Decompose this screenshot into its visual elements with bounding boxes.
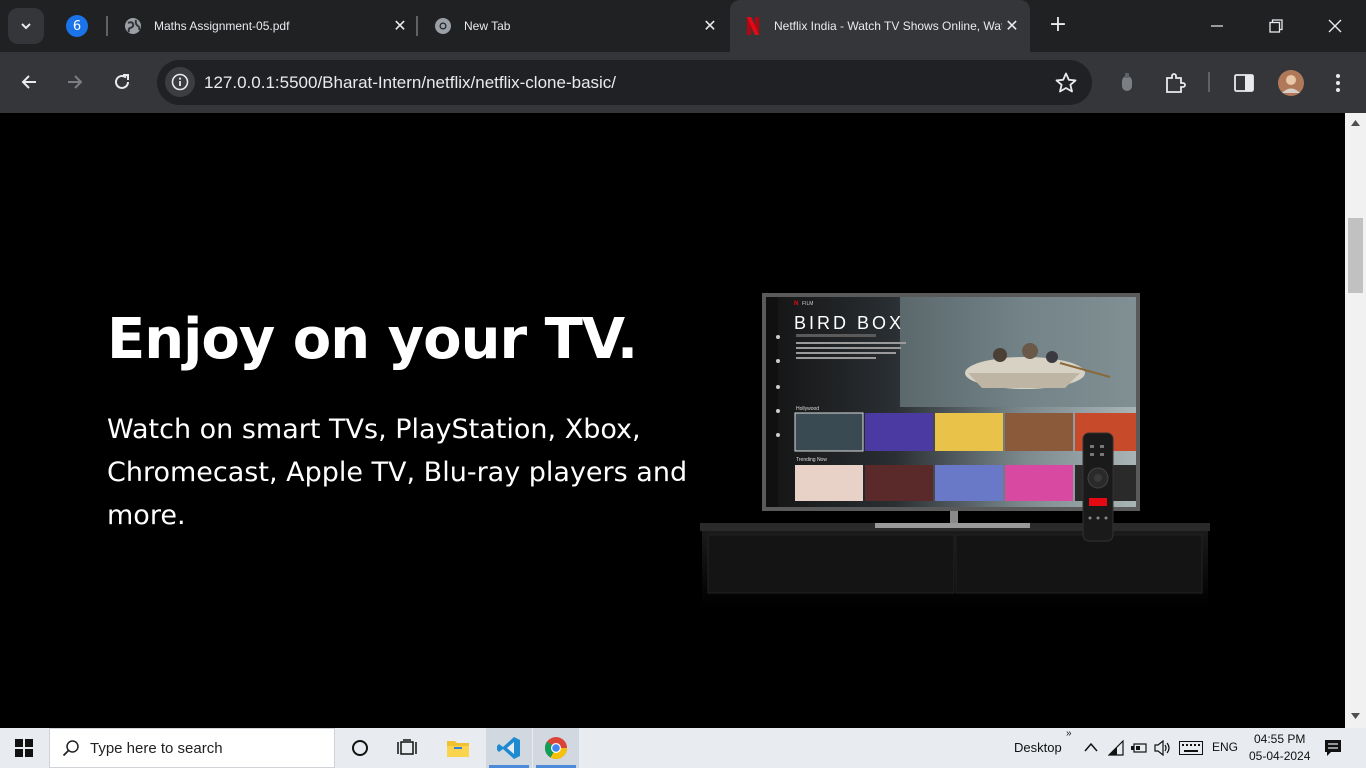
svg-text:N: N bbox=[794, 301, 798, 307]
new-tab-button[interactable]: + bbox=[1046, 14, 1070, 38]
close-window-button[interactable] bbox=[1312, 12, 1358, 40]
scroll-down-icon[interactable] bbox=[1350, 712, 1361, 720]
close-icon bbox=[1328, 19, 1342, 33]
task-view-button[interactable] bbox=[384, 728, 430, 768]
chrome-taskbar-button[interactable] bbox=[533, 728, 579, 768]
tv-screen-brand: FILM bbox=[802, 301, 813, 307]
restore-icon bbox=[1269, 19, 1283, 33]
scroll-thumb[interactable] bbox=[1348, 218, 1363, 293]
taskbar-search-box[interactable]: Type here to search bbox=[49, 728, 335, 768]
vscode-button[interactable] bbox=[486, 728, 532, 768]
reload-button[interactable] bbox=[107, 67, 137, 97]
toolbar-separator bbox=[1208, 72, 1210, 92]
task-view-icon bbox=[397, 739, 417, 755]
tv-section-heading: Enjoy on your TV. bbox=[107, 307, 638, 372]
more-menu-icon[interactable] bbox=[1323, 68, 1353, 98]
arrow-right-icon bbox=[68, 75, 83, 89]
site-info-icon[interactable] bbox=[165, 67, 195, 97]
notifications-icon[interactable] bbox=[1324, 739, 1342, 757]
start-button[interactable] bbox=[0, 728, 48, 768]
volume-icon[interactable] bbox=[1154, 740, 1172, 756]
tab-group-badge[interactable]: 6 bbox=[66, 15, 88, 37]
keyboard-icon[interactable] bbox=[1179, 741, 1203, 755]
language-indicator[interactable]: ENG bbox=[1212, 740, 1238, 754]
clock-time[interactable]: 04:55 PM bbox=[1254, 732, 1305, 746]
desktop-toolbar-label[interactable]: Desktop bbox=[1014, 740, 1062, 755]
tab-netflix[interactable]: Netflix India - Watch TV Shows Online, W… bbox=[730, 0, 1030, 52]
file-explorer-button[interactable] bbox=[435, 728, 481, 768]
url-text[interactable]: 127.0.0.1:5500/Bharat-Intern/netflix/net… bbox=[204, 73, 616, 93]
cortana-button[interactable] bbox=[337, 728, 383, 768]
bookmark-star-icon[interactable] bbox=[1054, 71, 1078, 95]
browser-chrome: 6 Maths Assignment-05.pdf ✕ New Tab ✕ Ne… bbox=[0, 0, 1366, 113]
tv-screen-row1-label: Hollywood bbox=[796, 406, 819, 412]
tab-separator bbox=[416, 16, 418, 36]
folder-icon bbox=[447, 741, 469, 757]
profile-avatar[interactable] bbox=[1276, 68, 1306, 98]
tab-maths-pdf[interactable]: Maths Assignment-05.pdf ✕ bbox=[120, 8, 410, 44]
cortana-circle-icon bbox=[352, 740, 368, 756]
browser-toolbar: 127.0.0.1:5500/Bharat-Intern/netflix/net… bbox=[0, 52, 1366, 113]
toolbar-expand-icon[interactable]: » bbox=[1066, 728, 1072, 739]
scroll-up-icon[interactable] bbox=[1350, 119, 1361, 127]
tab-new-tab[interactable]: New Tab ✕ bbox=[430, 8, 720, 44]
arrow-left-icon bbox=[21, 75, 36, 89]
network-icon[interactable] bbox=[1108, 740, 1124, 756]
chevron-up-icon[interactable] bbox=[1084, 742, 1098, 752]
close-tab-icon[interactable]: ✕ bbox=[390, 16, 410, 36]
netflix-page: Enjoy on your TV. Watch on smart TVs, Pl… bbox=[0, 113, 1345, 728]
tv-screen-title: BIRD BOX bbox=[794, 313, 904, 333]
tab-search-button[interactable] bbox=[8, 8, 44, 44]
vscode-icon bbox=[497, 737, 520, 759]
battery-icon[interactable] bbox=[1130, 741, 1148, 755]
windows-taskbar: Type here to search Desktop » ENG 04:55 … bbox=[0, 728, 1366, 768]
page-scrollbar[interactable] bbox=[1345, 113, 1366, 728]
chrome-icon bbox=[544, 737, 567, 759]
close-tab-icon[interactable]: ✕ bbox=[700, 16, 720, 36]
restore-button[interactable] bbox=[1253, 12, 1299, 40]
forward-button[interactable] bbox=[60, 67, 90, 97]
clock-date[interactable]: 05-04-2024 bbox=[1249, 749, 1310, 763]
tab-separator bbox=[106, 16, 108, 36]
tv-illustration: N FILM BIRD BOX Hollywood Trending Now bbox=[700, 293, 1210, 613]
tv-section-subheading: Watch on smart TVs, PlayStation, Xbox, C… bbox=[107, 414, 688, 531]
side-panel-icon[interactable] bbox=[1229, 68, 1259, 98]
search-icon bbox=[62, 740, 79, 757]
chevron-down-icon bbox=[21, 23, 31, 30]
tab-title: New Tab bbox=[464, 19, 511, 33]
tab-strip: 6 Maths Assignment-05.pdf ✕ New Tab ✕ Ne… bbox=[0, 0, 1366, 52]
minimize-button[interactable] bbox=[1194, 12, 1240, 40]
windows-logo-icon bbox=[15, 739, 33, 757]
globe-icon bbox=[124, 17, 142, 35]
netflix-icon bbox=[744, 17, 762, 35]
close-tab-icon[interactable]: ✕ bbox=[1002, 16, 1022, 36]
taskbar-search-placeholder: Type here to search bbox=[90, 739, 223, 757]
reload-icon bbox=[115, 74, 129, 89]
extensions-puzzle-icon[interactable] bbox=[1160, 68, 1190, 98]
extension-lens-icon[interactable] bbox=[1112, 68, 1142, 98]
tv-screen-row2-label: Trending Now bbox=[796, 457, 827, 463]
address-bar[interactable]: 127.0.0.1:5500/Bharat-Intern/netflix/net… bbox=[157, 60, 1092, 105]
back-button[interactable] bbox=[14, 67, 44, 97]
tab-title: Maths Assignment-05.pdf bbox=[154, 19, 290, 33]
minimize-icon bbox=[1211, 25, 1223, 27]
tab-title: Netflix India - Watch TV Shows Online, W… bbox=[774, 19, 1002, 33]
chrome-icon bbox=[434, 17, 452, 35]
tv-image: N FILM BIRD BOX Hollywood Trending Now bbox=[700, 293, 1210, 607]
